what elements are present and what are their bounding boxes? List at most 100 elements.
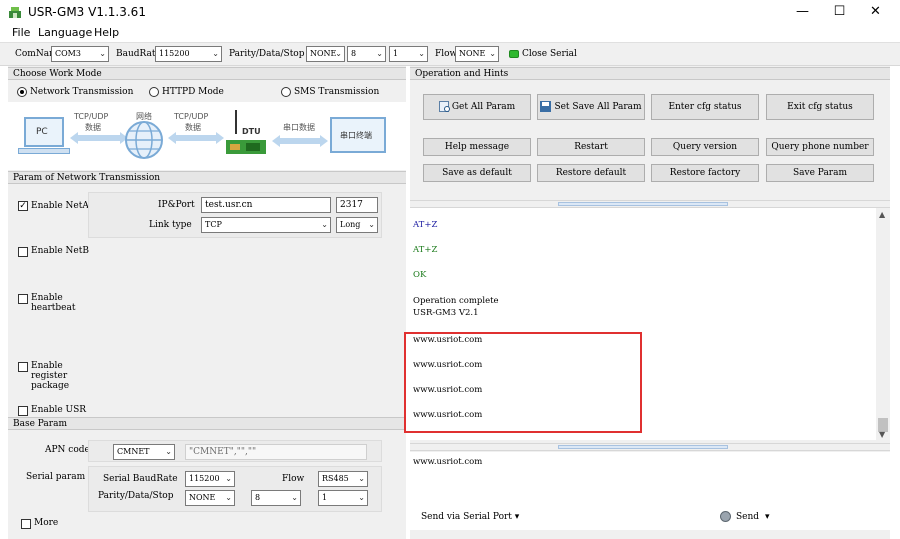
radio-httpd-mode[interactable] xyxy=(149,87,159,97)
enable-usr-checkbox[interactable] xyxy=(18,406,28,416)
scroll-down-icon[interactable]: ▼ xyxy=(879,430,885,439)
pc-icon: PC xyxy=(24,117,64,147)
title-bar: USR-GM3 V1.1.3.61 — ☐ ✕ xyxy=(0,0,900,24)
console-line: AT+Z xyxy=(413,220,438,230)
apn-code-label: APN code xyxy=(45,445,90,455)
menu-bar: File Language Help xyxy=(0,24,900,42)
window-title: USR-GM3 V1.1.3.61 xyxy=(28,5,146,19)
console-output[interactable]: AT+Z AT+Z OK Operation complete USR-GM3 … xyxy=(404,208,876,440)
console-scrollbar[interactable]: ▲ ▼ xyxy=(876,208,890,440)
chevron-down-icon: ⌄ xyxy=(418,49,425,58)
enable-heartbeat-checkbox[interactable] xyxy=(18,294,28,304)
enable-heartbeat-label-1: Enable xyxy=(31,293,63,303)
send-gear-icon xyxy=(720,511,731,522)
databits-select[interactable]: 8 ⌄ xyxy=(347,46,386,62)
serial-flow-select[interactable]: RS485 ⌄ xyxy=(318,471,368,487)
enable-register-label-3: package xyxy=(31,381,70,391)
send-bar: Send via Serial Port ▾ Send ▾ xyxy=(410,506,890,530)
globe-icon xyxy=(125,121,163,159)
save-as-default-button[interactable]: Save as default xyxy=(423,164,531,182)
chevron-down-icon: ⌄ xyxy=(291,493,298,502)
pc-keyboard-icon xyxy=(18,148,70,154)
ip-address-input[interactable]: test.usr.cn xyxy=(201,197,331,213)
restart-button[interactable]: Restart xyxy=(537,138,645,156)
query-phone-number-button[interactable]: Query phone number xyxy=(766,138,874,156)
console-line: USR-GM3 V2.1 xyxy=(413,308,479,318)
get-param-icon xyxy=(438,101,450,112)
enable-usr-label: Enable USR xyxy=(31,405,87,415)
apn-string-input: "CMNET","","" xyxy=(185,444,367,460)
flow-select[interactable]: NONE ⌄ xyxy=(455,46,499,62)
restore-factory-button[interactable]: Restore factory xyxy=(651,164,759,182)
menu-file[interactable]: File xyxy=(12,26,30,39)
send-button[interactable]: Send xyxy=(736,512,759,522)
enable-netb-checkbox[interactable] xyxy=(18,247,28,257)
more-checkbox[interactable] xyxy=(21,519,31,529)
enable-netb-label: Enable NetB xyxy=(31,246,89,256)
set-save-all-param-button[interactable]: Set Save All Param xyxy=(537,94,645,120)
network-transmission-label: Network Transmission xyxy=(30,87,134,97)
send-input-text: www.usriot.com xyxy=(413,457,483,467)
dtu-device-icon xyxy=(226,110,266,154)
network-diagram: PC TCP/UDP 数据 网络 TCP/UDP 数据 DTU 串口数据 串口终… xyxy=(8,102,406,170)
link-mode-select[interactable]: Long ⌄ xyxy=(336,217,378,233)
chevron-down-icon: ⌄ xyxy=(335,49,342,58)
work-mode-header: Choose Work Mode xyxy=(8,67,406,80)
highlight-box xyxy=(404,332,642,433)
ip-port-label: IP&Port xyxy=(158,200,195,210)
lower-splitter[interactable] xyxy=(410,443,890,451)
console-line: AT+Z xyxy=(413,245,438,255)
save-disk-icon xyxy=(540,101,552,112)
comname-select[interactable]: COM3 ⌄ xyxy=(51,46,109,62)
enable-neta-checkbox[interactable]: ✓ xyxy=(18,201,28,211)
scroll-up-icon[interactable]: ▲ xyxy=(879,210,885,219)
parity-label: Parity/Data/Stop xyxy=(229,49,305,59)
chevron-down-icon: ⌄ xyxy=(165,447,172,456)
send-via-serial-dropdown[interactable]: Send via Serial Port ▾ xyxy=(421,512,519,522)
splitter-grip[interactable] xyxy=(558,202,728,206)
left-pane: Choose Work Mode Network Transmission HT… xyxy=(8,66,406,539)
radio-sms-transmission[interactable] xyxy=(281,87,291,97)
help-message-button[interactable]: Help message xyxy=(423,138,531,156)
chevron-down-icon: ⌄ xyxy=(225,474,232,483)
double-arrow-icon xyxy=(168,132,224,144)
serial-baudrate-select[interactable]: 115200 ⌄ xyxy=(185,471,235,487)
enter-cfg-status-button[interactable]: Enter cfg status xyxy=(651,94,759,120)
send-input-area[interactable]: www.usriot.com xyxy=(410,452,890,506)
apn-select[interactable]: CMNET ⌄ xyxy=(113,444,175,460)
get-all-param-button[interactable]: Get All Param xyxy=(423,94,531,120)
serial-data-select[interactable]: 8 ⌄ xyxy=(251,490,301,506)
serial-status-led xyxy=(509,50,519,58)
splitter-grip[interactable] xyxy=(558,445,728,449)
close-button[interactable]: ✕ xyxy=(853,0,898,24)
link-type-select[interactable]: TCP ⌄ xyxy=(201,217,331,233)
serial-flow-label: Flow xyxy=(282,474,305,484)
enable-register-checkbox[interactable] xyxy=(18,362,28,372)
upper-splitter[interactable] xyxy=(410,200,890,208)
exit-cfg-status-button[interactable]: Exit cfg status xyxy=(766,94,874,120)
serial-parity-select[interactable]: NONE ⌄ xyxy=(185,490,235,506)
menu-help[interactable]: Help xyxy=(94,26,119,39)
save-param-button[interactable]: Save Param xyxy=(766,164,874,182)
menu-language[interactable]: Language xyxy=(38,26,92,39)
double-arrow-icon xyxy=(70,132,128,144)
radio-network-transmission[interactable] xyxy=(17,87,27,97)
stopbits-select[interactable]: 1 ⌄ xyxy=(389,46,428,62)
query-version-button[interactable]: Query version xyxy=(651,138,759,156)
close-serial-button[interactable]: Close Serial xyxy=(522,49,577,59)
chevron-down-icon: ⌄ xyxy=(489,49,496,58)
serial-baudrate-label: Serial BaudRate xyxy=(103,474,178,484)
app-logo-icon xyxy=(9,7,21,18)
chevron-down-icon: ⌄ xyxy=(212,49,219,58)
enable-register-label-1: Enable xyxy=(31,361,63,371)
baudrate-select[interactable]: 115200 ⌄ xyxy=(155,46,222,62)
send-options-dropdown[interactable]: ▾ xyxy=(765,512,770,522)
serial-terminal-icon: 串口终端 xyxy=(330,117,386,153)
serial-stop-select[interactable]: 1 ⌄ xyxy=(318,490,368,506)
restore-default-button[interactable]: Restore default xyxy=(537,164,645,182)
port-input[interactable]: 2317 xyxy=(336,197,378,213)
operation-header: Operation and Hints xyxy=(410,67,890,80)
enable-heartbeat-label-2: heartbeat xyxy=(31,303,76,313)
parity-select[interactable]: NONE ⌄ xyxy=(306,46,345,62)
console-line: Operation complete xyxy=(413,296,499,306)
